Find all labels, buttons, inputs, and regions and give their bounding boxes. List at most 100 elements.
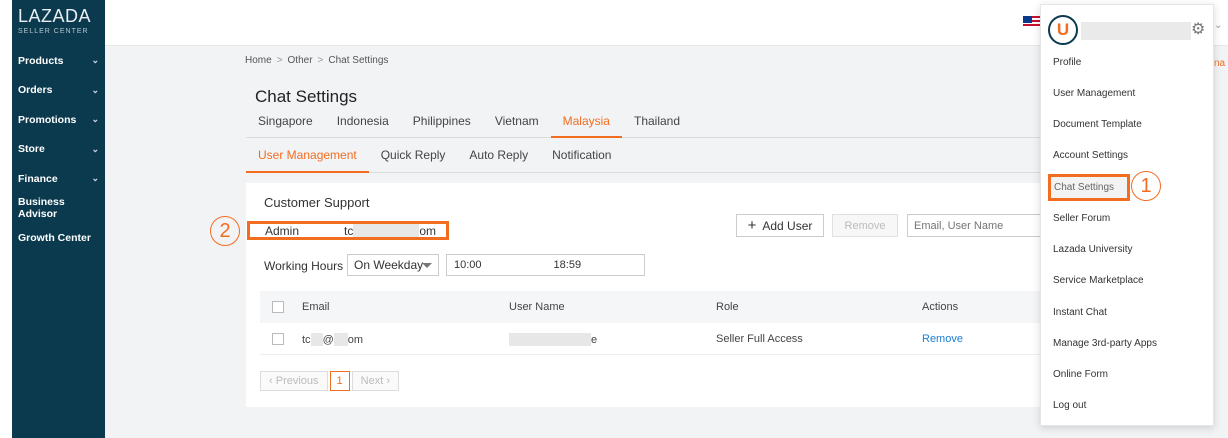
- previous-label: Previous: [275, 375, 319, 387]
- gear-icon[interactable]: ⚙: [1191, 21, 1209, 39]
- admin-row-highlight: Admin tc om: [247, 221, 449, 240]
- row-email-at: @: [322, 333, 334, 346]
- sidebar: LAZADA SELLER CENTER Products ⌄ Orders ⌄…: [12, 0, 105, 438]
- breadcrumb-separator: >: [317, 55, 324, 66]
- sidebar-item-label: Growth Center: [18, 231, 91, 244]
- sidebar-item-orders[interactable]: Orders ⌄: [12, 76, 105, 106]
- menu-item-user-management[interactable]: User Management: [1053, 88, 1135, 99]
- schedule-select[interactable]: On Weekday: [347, 254, 439, 276]
- sidebar-item-business-advisor[interactable]: Business Advisor: [12, 194, 105, 224]
- menu-item-document-template[interactable]: Document Template: [1053, 119, 1142, 130]
- sidebar-item-growth-center[interactable]: Growth Center: [12, 223, 105, 253]
- tab-philippines[interactable]: Philippines: [401, 108, 483, 138]
- caret-down-icon: [422, 263, 432, 268]
- column-header-username: User Name: [509, 301, 565, 313]
- row-username-end: e: [591, 333, 598, 346]
- chevron-down-icon: ⌄: [91, 143, 99, 154]
- chevron-down-icon: ⌄: [91, 114, 99, 125]
- add-user-button[interactable]: + Add User: [736, 214, 824, 237]
- breadcrumb-other[interactable]: Other: [288, 55, 313, 66]
- flag-malaysia-icon[interactable]: [1023, 16, 1041, 28]
- sidebar-item-label: Orders: [18, 84, 53, 97]
- pagination: ‹ Previous 1 Next ›: [260, 371, 400, 391]
- next-page-button[interactable]: Next ›: [351, 371, 400, 391]
- tab-thailand[interactable]: Thailand: [622, 108, 692, 138]
- user-search-input[interactable]: [907, 214, 1046, 237]
- menu-item-service-marketplace[interactable]: Service Marketplace: [1053, 275, 1144, 286]
- tab-notification[interactable]: Notification: [540, 140, 623, 173]
- row-remove-link[interactable]: Remove: [922, 333, 963, 345]
- working-hours-label: Working Hours: [264, 259, 344, 273]
- tab-user-management[interactable]: User Management: [246, 140, 369, 173]
- tab-vietnam[interactable]: Vietnam: [483, 108, 551, 138]
- menu-item-online-form[interactable]: Online Form: [1053, 369, 1108, 380]
- row-email-start: tc: [302, 333, 311, 346]
- menu-item-lazada-university[interactable]: Lazada University: [1053, 244, 1132, 255]
- previous-page-button[interactable]: ‹ Previous: [260, 371, 328, 391]
- annotation-marker-2: 2: [210, 216, 240, 246]
- page-title: Chat Settings: [255, 87, 358, 106]
- chevron-left-icon: ‹: [269, 375, 276, 387]
- chevron-down-icon: ⌄: [91, 173, 99, 184]
- account-header: U ⚙: [1041, 5, 1215, 49]
- brand-name: LAZADA: [18, 6, 92, 26]
- sidebar-item-label: Business Advisor: [18, 196, 65, 221]
- breadcrumb-home[interactable]: Home: [245, 55, 272, 66]
- admin-email: tc om: [344, 224, 436, 238]
- menu-item-instant-chat[interactable]: Instant Chat: [1053, 307, 1107, 318]
- brand-subtitle: SELLER CENTER: [18, 28, 89, 35]
- breadcrumb: Home > Other > Chat Settings: [245, 55, 388, 66]
- lazada-logo[interactable]: LAZADA SELLER CENTER: [12, 0, 105, 46]
- card-title: Customer Support: [264, 195, 370, 210]
- tab-auto-reply[interactable]: Auto Reply: [457, 140, 540, 173]
- time-range-input[interactable]: 10:00 18:59: [446, 254, 645, 276]
- menu-item-seller-forum[interactable]: Seller Forum: [1053, 213, 1110, 224]
- redacted-block: [509, 333, 591, 346]
- sidebar-item-finance[interactable]: Finance ⌄: [12, 164, 105, 194]
- admin-label: Admin: [265, 223, 300, 238]
- plus-icon: +: [747, 217, 757, 234]
- menu-item-manage-3rd-party-apps[interactable]: Manage 3rd-party Apps: [1053, 338, 1157, 349]
- menu-item-profile[interactable]: Profile: [1053, 57, 1081, 68]
- row-checkbox[interactable]: [272, 333, 284, 345]
- sidebar-item-store[interactable]: Store ⌄: [12, 135, 105, 165]
- remove-button[interactable]: Remove: [832, 214, 898, 237]
- avatar-logo[interactable]: U: [1048, 15, 1078, 45]
- breadcrumb-separator: >: [276, 55, 283, 66]
- row-email: tc @ om: [302, 333, 363, 346]
- tab-malaysia[interactable]: Malaysia: [550, 108, 622, 138]
- customer-support-card: Customer Support Admin tc om + Add User R…: [246, 183, 1046, 407]
- sidebar-item-label: Store: [18, 143, 45, 156]
- country-tabs: Singapore Indonesia Philippines Vietnam …: [246, 108, 1046, 138]
- redacted-block: [353, 224, 420, 237]
- sidebar-item-products[interactable]: Products ⌄: [12, 46, 105, 76]
- sidebar-item-promotions[interactable]: Promotions ⌄: [12, 105, 105, 135]
- sidebar-item-label: Products: [18, 54, 64, 67]
- menu-item-account-settings[interactable]: Account Settings: [1053, 150, 1128, 161]
- sidebar-item-label: Finance: [18, 172, 58, 185]
- chevron-right-icon: ›: [383, 375, 391, 387]
- admin-email-start: tc: [344, 223, 354, 238]
- row-email-end: om: [347, 333, 364, 346]
- next-label: Next: [360, 375, 384, 387]
- chevron-down-icon[interactable]: ⌄: [1214, 20, 1222, 31]
- menu-item-chat-settings[interactable]: Chat Settings: [1048, 174, 1130, 201]
- select-all-checkbox[interactable]: [272, 301, 284, 313]
- chevron-down-icon: ⌄: [91, 55, 99, 66]
- tab-singapore[interactable]: Singapore: [246, 108, 325, 138]
- table-row: tc @ om e Seller Full Access Remove: [260, 323, 1046, 355]
- time-start: 10:00: [454, 259, 482, 271]
- redacted-account-name: [1081, 22, 1191, 40]
- sidebar-item-label: Promotions: [18, 113, 77, 126]
- menu-item-log-out[interactable]: Log out: [1053, 400, 1086, 411]
- add-user-label: Add User: [762, 218, 813, 233]
- page-number-button[interactable]: 1: [329, 371, 350, 391]
- annotation-marker-1: 1: [1131, 171, 1161, 201]
- account-dropdown-menu: U ⚙ Profile User Management Document Tem…: [1040, 4, 1214, 426]
- tab-quick-reply[interactable]: Quick Reply: [369, 140, 458, 173]
- column-header-role: Role: [716, 301, 739, 313]
- breadcrumb-current: Chat Settings: [328, 55, 389, 66]
- column-header-email: Email: [302, 301, 330, 313]
- tab-indonesia[interactable]: Indonesia: [325, 108, 401, 138]
- table-header: Email User Name Role Actions: [260, 291, 1046, 323]
